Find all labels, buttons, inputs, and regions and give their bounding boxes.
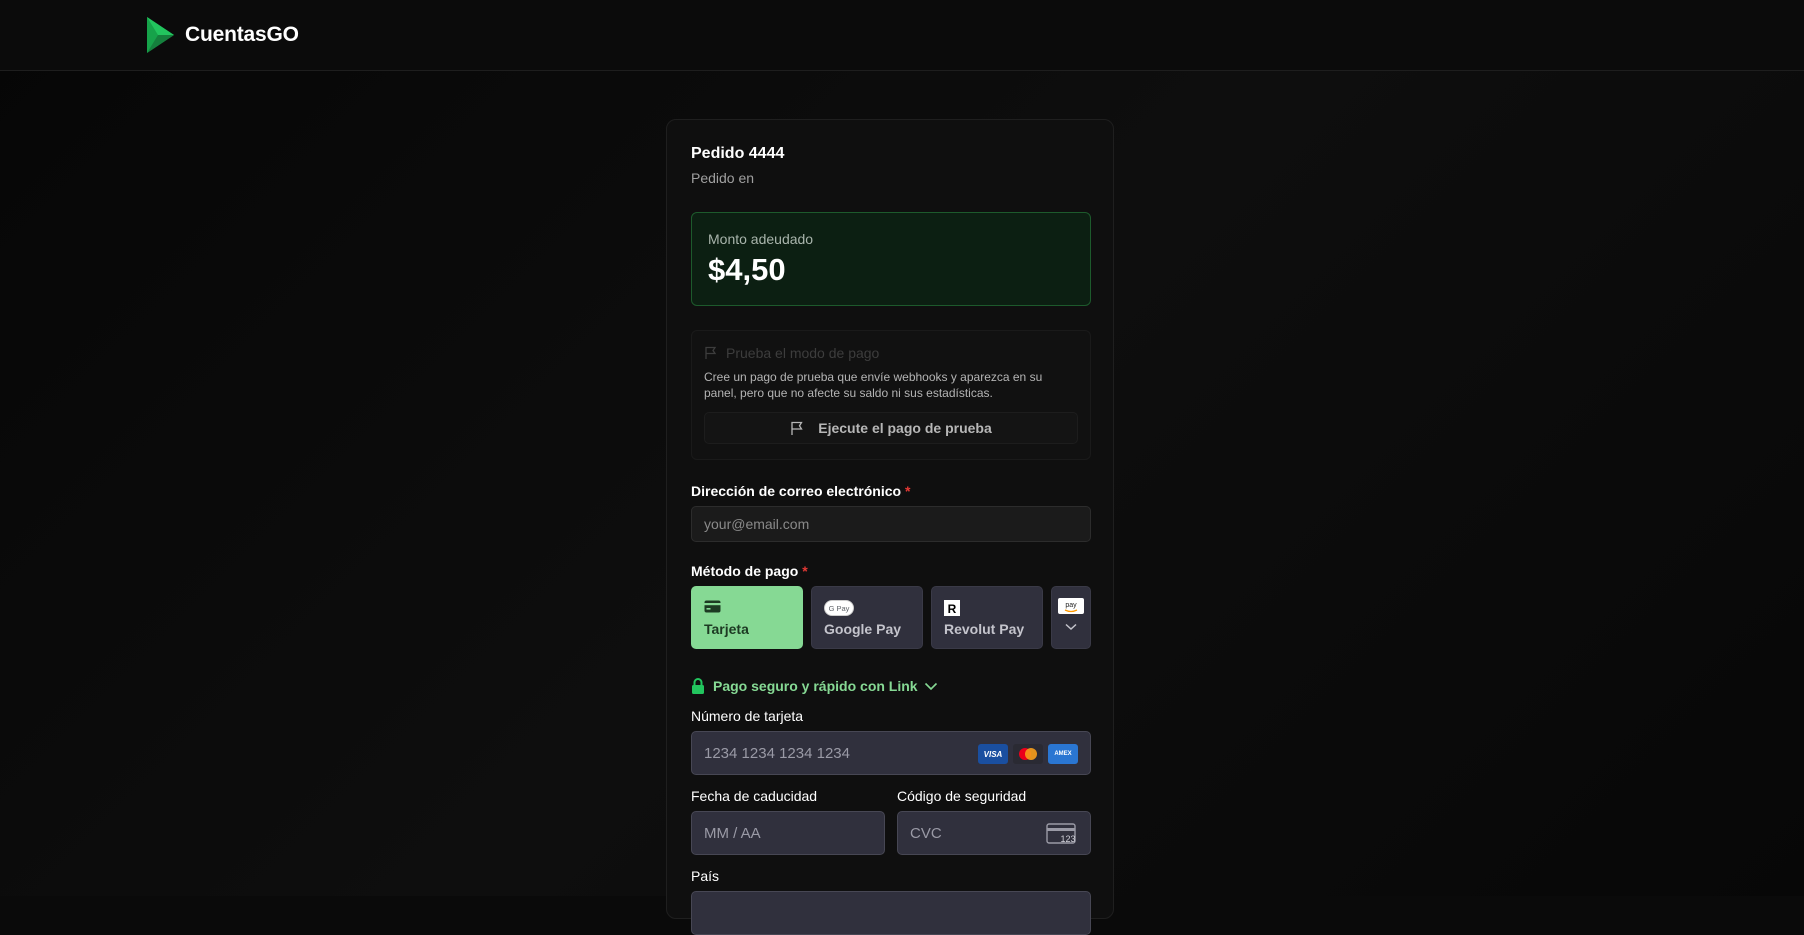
link-checkout-label: Pago seguro y rápido con Link [713,678,918,694]
cvc-card-icon: 123 [1046,823,1076,844]
payment-method-google-pay[interactable]: G Pay Google Pay [811,586,923,649]
required-mark: * [904,483,911,499]
flag-icon [705,346,717,359]
cvc-label: Código de seguridad [897,788,1027,804]
expiry-cvc-row: Fecha de caducidad MM / AA Código de seg… [691,787,1091,855]
email-field[interactable] [691,506,1091,542]
test-mode-heading-text: Prueba el modo de pago [726,345,880,361]
email-label: Dirección de correo electrónico * [691,482,1091,500]
payment-method-label: Google Pay [824,621,902,637]
country-select[interactable] [691,891,1091,935]
brand-name: CuentasGO [185,23,299,46]
payment-method-label-text: Método de pago [691,563,799,579]
svg-text:123: 123 [1060,834,1075,844]
payment-method-label: Método de pago * [691,562,1091,580]
payment-method-card[interactable]: Tarjeta [691,586,803,649]
country-label: País [691,868,720,884]
required-mark: * [802,563,808,579]
google-pay-icon: G Pay [824,600,854,616]
payment-method-label: Revolut Pay [944,621,1025,637]
run-test-payment-button[interactable]: Ejecute el pago de prueba [704,412,1078,444]
amount-label: Monto adeudado [708,231,814,247]
logo-icon [147,17,174,53]
test-mode-heading: Prueba el modo de pago [704,343,1078,363]
test-mode-panel: Prueba el modo de pago Cree un pago de p… [691,330,1091,460]
svg-text:G Pay: G Pay [829,604,850,613]
card-number-label: Número de tarjeta [691,708,804,724]
expiry-label: Fecha de caducidad [691,788,818,804]
chevron-down-icon [924,682,937,690]
expiry-input[interactable]: MM / AA [691,811,885,855]
card-icon [704,600,721,613]
card-number-placeholder: 1234 1234 1234 1234 [704,745,850,762]
lock-icon [692,678,704,694]
svg-text:R: R [948,602,957,616]
payment-method-tabs: Tarjeta G Pay Google Pay R Revolut Pay p… [691,586,1091,649]
mastercard-icon [1013,744,1043,764]
payment-method-revolut-pay[interactable]: R Revolut Pay [931,586,1043,649]
order-subtitle: Pedido en [691,170,755,186]
card-number-input[interactable]: 1234 1234 1234 1234 VISA AMEX [691,731,1091,775]
checkout-card: Pedido 4444 Pedido en Monto adeudado $4,… [666,119,1114,935]
order-title: Pedido 4444 [691,145,785,162]
amount-due-box: Monto adeudado $4,50 [691,212,1091,306]
visa-icon: VISA [978,744,1008,764]
amazon-pay-icon: pay [1058,598,1084,614]
amex-icon: AMEX [1048,744,1078,764]
email-label-text: Dirección de correo electrónico [691,483,902,499]
amount-value: $4,50 [708,252,786,287]
cvc-input[interactable]: CVC 123 [897,811,1091,855]
cvc-placeholder: CVC [910,825,942,842]
flag-icon [791,421,803,435]
link-checkout-toggle[interactable]: Pago seguro y rápido con Link [691,678,1091,694]
brand-home-link[interactable]: CuentasGO [146,17,299,53]
top-navigation-bar: CuentasGO [0,0,1804,71]
chevron-down-icon [1065,623,1077,631]
revolut-icon: R [944,600,960,616]
svg-text:pay: pay [1065,602,1077,609]
payment-method-label: Tarjeta [704,621,749,637]
test-mode-description: Cree un pago de prueba que envíe webhook… [704,370,1043,400]
card-brand-icons: VISA AMEX [978,744,1078,764]
expiry-placeholder: MM / AA [704,825,761,842]
run-test-payment-label: Ejecute el pago de prueba [818,420,992,436]
more-payment-methods-dropdown[interactable]: pay [1051,586,1091,649]
